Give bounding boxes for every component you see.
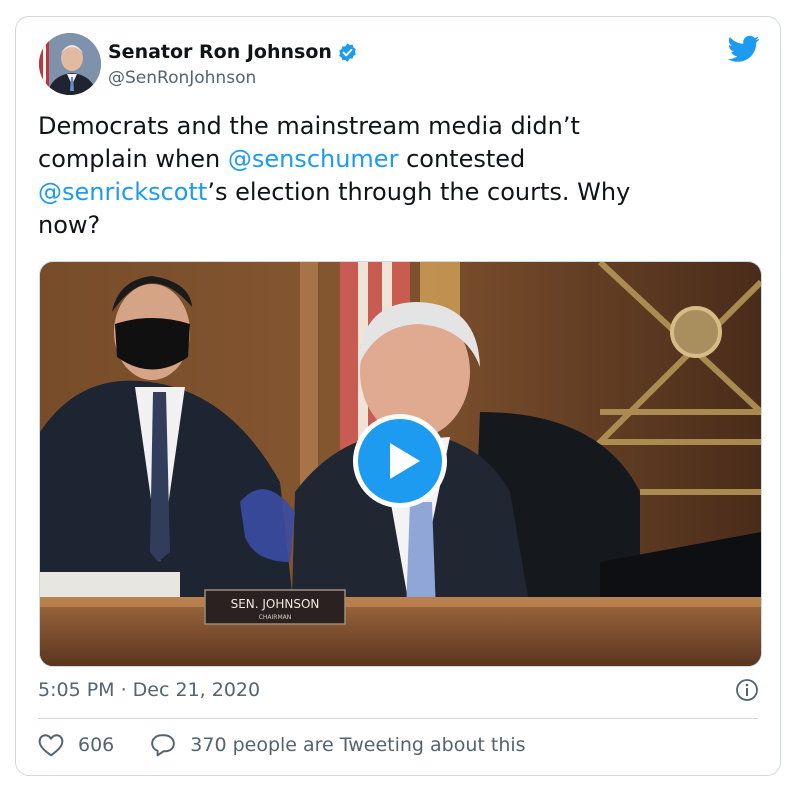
speech-bubble-icon (151, 734, 176, 757)
play-icon (390, 443, 420, 479)
tweet-text: Democrats and the mainstream media didn’… (38, 110, 738, 242)
heart-icon (38, 734, 64, 757)
twitter-bird-icon[interactable] (728, 35, 760, 63)
avatar[interactable] (39, 33, 101, 95)
verified-badge-icon (339, 42, 356, 62)
tweet-card: Senator Ron Johnson @SenRonJohnson Democ… (15, 16, 781, 776)
engagement-bar: 606 370 people are Tweeting about this (38, 733, 526, 757)
avatar-photo (39, 33, 101, 95)
conversation-button[interactable]: 370 people are Tweeting about this (150, 733, 526, 757)
nameplate-title: CHAIRMAN (259, 614, 292, 621)
tweet-text-segment: contested (406, 145, 526, 173)
mention-senrickscott[interactable]: @senrickscott (38, 178, 207, 206)
play-button[interactable] (353, 414, 447, 508)
author-name[interactable]: Senator Ron Johnson (108, 41, 332, 63)
like-count: 606 (78, 734, 115, 756)
nameplate-name: SEN. JOHNSON (231, 597, 320, 611)
author-handle[interactable]: @SenRonJohnson (108, 68, 256, 88)
author-row: Senator Ron Johnson (108, 41, 358, 63)
divider (38, 718, 758, 719)
tweet-timestamp[interactable]: 5:05 PM · Dec 21, 2020 (38, 679, 260, 701)
info-icon[interactable] (735, 678, 759, 702)
like-button[interactable]: 606 (38, 733, 114, 757)
video-thumbnail[interactable]: SEN. JOHNSON CHAIRMAN (39, 261, 762, 667)
mention-senschumer[interactable]: @senschumer (228, 145, 399, 173)
conversation-text: 370 people are Tweeting about this (190, 734, 526, 756)
